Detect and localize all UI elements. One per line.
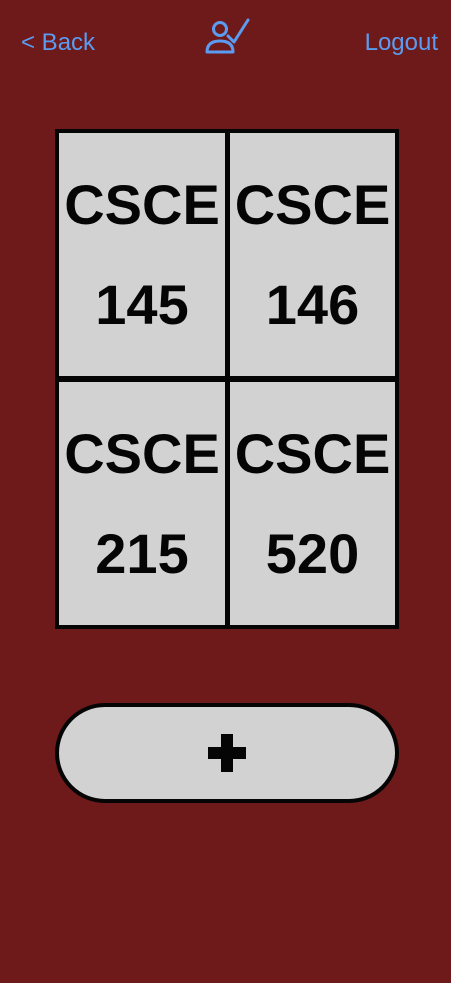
course-number: 215: [95, 521, 189, 585]
course-number: 520: [265, 521, 360, 585]
course-dept: CSCE: [64, 172, 220, 236]
plus-icon: [206, 732, 248, 774]
course-dept: CSCE: [234, 172, 391, 236]
user-check-icon[interactable]: [203, 17, 251, 57]
top-bar: < Back Logout: [0, 0, 451, 90]
course-grid: CSCE 145 CSCE 146 CSCE 215 CSCE 520: [55, 129, 399, 629]
course-dept: CSCE: [234, 421, 391, 485]
add-course-button[interactable]: [55, 703, 399, 803]
course-tile-csce-520[interactable]: CSCE 520: [230, 382, 395, 625]
course-number: 145: [95, 272, 189, 336]
course-tile-csce-215[interactable]: CSCE 215: [59, 382, 225, 625]
logout-link[interactable]: Logout: [365, 28, 438, 58]
course-dept: CSCE: [64, 421, 220, 485]
course-tile-csce-145[interactable]: CSCE 145: [59, 133, 225, 376]
back-link[interactable]: < Back: [21, 28, 95, 58]
course-tile-csce-146[interactable]: CSCE 146: [230, 133, 395, 376]
course-number: 146: [265, 272, 360, 336]
